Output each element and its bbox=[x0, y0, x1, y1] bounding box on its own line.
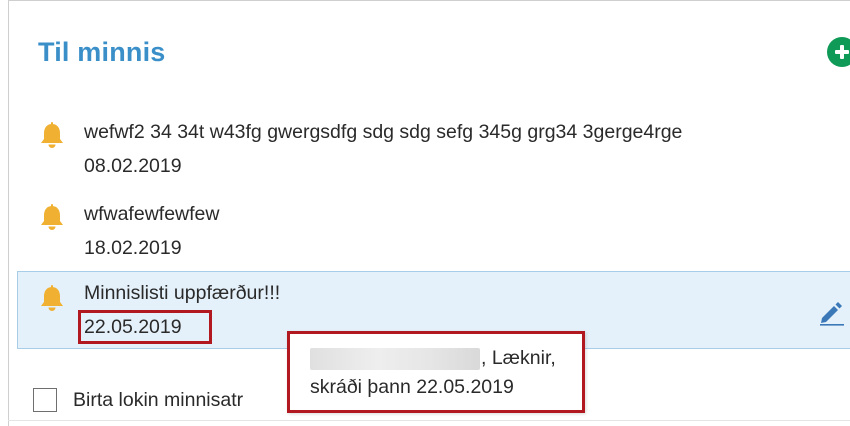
reminder-item[interactable]: wefwf2 34 34t w43fg gwergsdfg sdg sdg se… bbox=[17, 109, 850, 187]
reminder-date: 08.02.2019 bbox=[84, 155, 182, 177]
reminder-date: 18.02.2019 bbox=[84, 237, 182, 259]
show-completed-checkbox[interactable] bbox=[33, 388, 57, 412]
bell-icon bbox=[41, 204, 63, 230]
show-completed-label: Birta lokin minnisatr bbox=[73, 388, 244, 411]
reminder-text: Minnislisti uppfærður!!! bbox=[84, 282, 281, 304]
date-highlight-box bbox=[78, 310, 212, 344]
redacted-author-name bbox=[310, 348, 480, 370]
tooltip-role: , Læknir, bbox=[481, 347, 556, 369]
reminder-text: wfwafewfewfew bbox=[84, 203, 220, 225]
add-reminder-button[interactable] bbox=[827, 37, 850, 67]
reminder-item[interactable]: wfwafewfewfew 18.02.2019 bbox=[17, 193, 850, 271]
bell-icon bbox=[41, 122, 63, 148]
reminder-text: wefwf2 34 34t w43fg gwergsdfg sdg sdg se… bbox=[84, 121, 683, 143]
panel-title: Til minnis bbox=[38, 37, 166, 67]
pencil-icon[interactable] bbox=[816, 296, 846, 326]
tooltip-recorded-date: skráði þann 22.05.2019 bbox=[310, 376, 514, 398]
bottom-divider bbox=[8, 420, 850, 421]
bell-icon bbox=[41, 285, 63, 311]
author-tooltip: , Læknir, skráði þann 22.05.2019 bbox=[287, 331, 585, 413]
